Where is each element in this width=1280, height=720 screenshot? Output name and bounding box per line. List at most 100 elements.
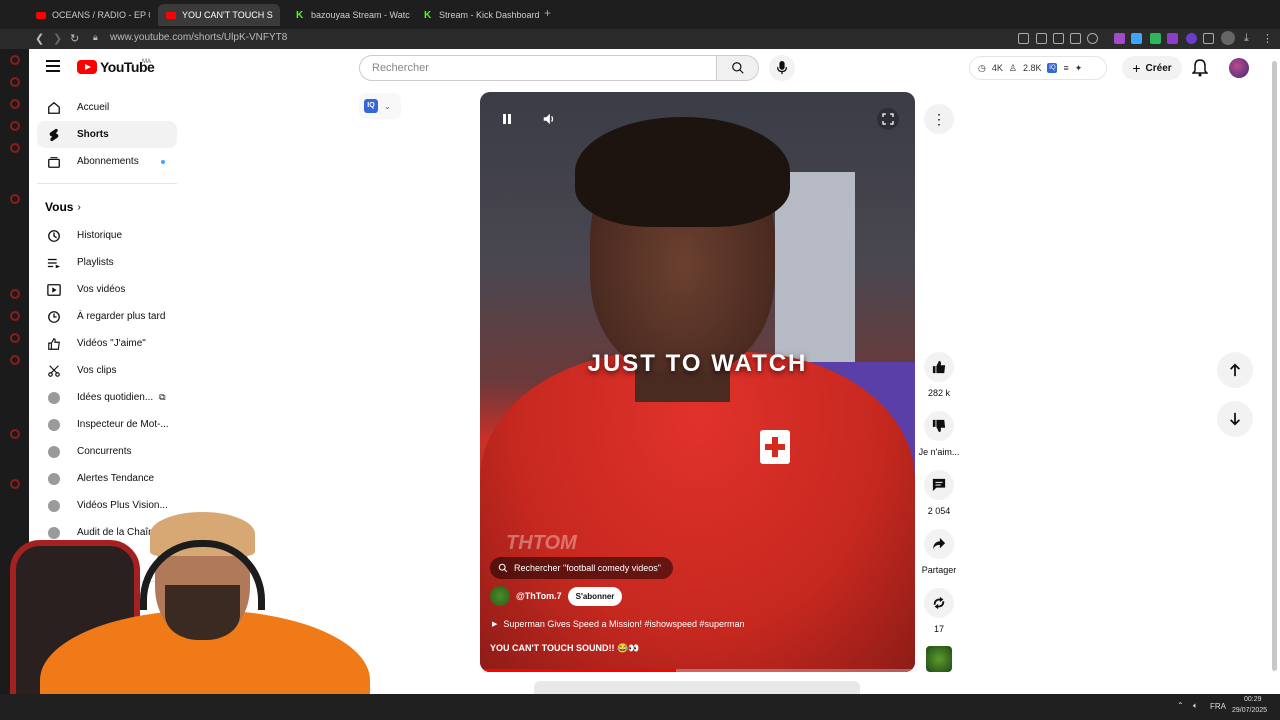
search-suggestion-chip[interactable]: Rechercher "football comedy videos" [490, 557, 673, 579]
guide-item-ext-competitors[interactable]: Concurrents [37, 438, 177, 465]
like-action: 282 k [913, 352, 965, 398]
webcam-overlay [0, 500, 380, 720]
progress-bar[interactable] [480, 669, 915, 672]
sidebar-app-icon[interactable] [10, 333, 20, 343]
guide-item-liked-videos[interactable]: Vidéos "J'aime" [37, 330, 177, 357]
browser-tab-1[interactable]: OCEANS / RADIO - EP 07 [28, 4, 150, 26]
guide-item-watch-later[interactable]: À regarder plus tard [37, 303, 177, 330]
guide-item-history[interactable]: Historique [37, 222, 177, 249]
sidebar-app-icon[interactable] [10, 429, 20, 439]
shorts-video-player[interactable]: JUST TO WATCH THTOM Rechercher "football… [480, 92, 915, 672]
browser-tab-3[interactable]: K bazouyaa Stream - Watch [288, 4, 410, 26]
next-short-preview[interactable] [534, 681, 860, 694]
search-button[interactable] [717, 55, 759, 81]
bookmark-icon[interactable] [1018, 33, 1029, 44]
sidebar-app-icon[interactable] [10, 311, 20, 321]
voice-search-button[interactable] [769, 55, 795, 81]
next-short-button[interactable] [1217, 401, 1253, 437]
search-input[interactable]: Rechercher [359, 55, 717, 81]
more-vert-icon: ⋮ [932, 110, 946, 127]
sidebar-app-icon[interactable] [10, 99, 20, 109]
guide-item-playlists[interactable]: Playlists [37, 249, 177, 276]
guide-section-you[interactable]: Vous › [37, 192, 177, 222]
create-button[interactable]: + Créer [1122, 56, 1182, 80]
puzzle-icon[interactable] [1203, 33, 1214, 44]
sidebar-app-icon[interactable] [10, 479, 20, 489]
back-icon[interactable]: ❮ [35, 32, 44, 45]
heart-icon[interactable] [1087, 33, 1098, 44]
volume-icon[interactable]: 🔈︎ [1193, 701, 1198, 711]
dislike-action: Je n'aim... [913, 411, 965, 457]
extension-icon[interactable] [1167, 33, 1178, 44]
subscribe-button[interactable]: S'abonner [567, 586, 623, 606]
kick-icon: K [296, 9, 304, 21]
guide-menu-button[interactable] [46, 60, 60, 72]
extension-icon[interactable] [1131, 33, 1142, 44]
kick-icon: K [424, 9, 432, 21]
guide-item-home[interactable]: Accueil [37, 94, 177, 121]
share-action: Partager [913, 529, 965, 575]
sidebar-app-icon[interactable] [10, 194, 20, 204]
playlist-link[interactable]: ▶ Superman Gives Speed a Mission! #ishow… [492, 619, 745, 629]
fullscreen-button[interactable] [877, 108, 899, 130]
guide-item-ext-trend-alerts[interactable]: Alertes Tendance [37, 465, 177, 492]
guide-item-clips[interactable]: Vos clips [37, 357, 177, 384]
sidebar-app-icon[interactable] [10, 289, 20, 299]
forward-icon[interactable]: ❯ [53, 32, 62, 45]
guide-item-shorts[interactable]: Shorts [37, 121, 177, 148]
like-button[interactable] [924, 352, 954, 382]
browser-tab-2[interactable]: YOU CAN'T TOUCH S [158, 4, 280, 26]
more-options-button[interactable]: ⋮ [924, 104, 954, 134]
play-icon[interactable] [1070, 33, 1081, 44]
previous-short-button[interactable] [1217, 352, 1253, 388]
notifications-button[interactable] [1191, 59, 1209, 82]
sidebar-app-icon[interactable] [10, 77, 20, 87]
volume-button[interactable] [538, 108, 560, 130]
reload-icon[interactable]: ↻ [70, 32, 79, 45]
dislike-button[interactable] [924, 411, 954, 441]
guide-item-subscriptions[interactable]: Abonnements [37, 148, 177, 175]
channel-stats-widget[interactable]: ◷ 4K ♙ 2.8K IQ ≡ ✦ [969, 56, 1107, 80]
pause-button[interactable] [496, 108, 518, 130]
guide-label: À regarder plus tard [77, 311, 166, 322]
guide-item-ext-daily-ideas[interactable]: Idées quotidien... ⧉ [37, 384, 177, 411]
share-button[interactable] [924, 529, 954, 559]
extension-icon[interactable] [1186, 33, 1197, 44]
browser-tab-4[interactable]: K Stream - Kick Dashboard [416, 4, 540, 26]
remix-button[interactable] [924, 588, 954, 618]
sidebar-app-icon[interactable] [10, 55, 20, 65]
tab-title: YOU CAN'T TOUCH S [182, 10, 273, 20]
channel-name[interactable]: @ThTom.7 [516, 591, 562, 601]
download-icon[interactable]: ⤓ [1244, 32, 1249, 45]
subscribers-icon: ♙ [1008, 62, 1017, 73]
sidebar-app-icon[interactable] [10, 121, 20, 131]
tab-title: Stream - Kick Dashboard [439, 10, 540, 20]
vidiq-dropdown[interactable]: IQ ⌄ [359, 93, 401, 119]
video-title[interactable]: YOU CAN'T TOUCH SOUND!! 😂👀 [490, 643, 639, 654]
your-videos-icon [47, 283, 61, 297]
extension-icon[interactable] [1114, 33, 1125, 44]
extension-icon[interactable] [1036, 33, 1047, 44]
create-label: Créer [1145, 62, 1172, 74]
comments-button[interactable] [924, 470, 954, 500]
clock-date[interactable]: 29/07/2025 [1232, 707, 1267, 714]
chevron-down-icon: ⌄ [384, 101, 391, 111]
guide-item-ext-keyword-inspector[interactable]: Inspecteur de Mot-... [37, 411, 177, 438]
page-scrollbar[interactable] [1272, 61, 1277, 671]
chevron-up-icon[interactable]: ⌃ [1177, 701, 1184, 710]
channel-avatar[interactable] [490, 586, 510, 606]
url-field[interactable]: www.youtube.com/shorts/UlpK-VNFYT8 [110, 32, 287, 43]
tab-title: OCEANS / RADIO - EP 07 [52, 10, 150, 20]
sound-thumbnail[interactable] [926, 646, 952, 672]
clock-time[interactable]: 00:29 [1244, 696, 1262, 703]
sidebar-app-icon[interactable] [10, 143, 20, 153]
guide-item-your-videos[interactable]: Vos vidéos [37, 276, 177, 303]
new-tab-button[interactable]: + [544, 6, 551, 20]
language-indicator[interactable]: FRA [1210, 702, 1226, 711]
profile-icon[interactable] [1221, 31, 1235, 45]
shield-icon[interactable] [1053, 33, 1064, 44]
account-avatar[interactable] [1229, 58, 1249, 78]
menu-icon[interactable]: ⋮ [1262, 32, 1273, 45]
extension-icon[interactable] [1150, 33, 1161, 44]
sidebar-app-icon[interactable] [10, 355, 20, 365]
